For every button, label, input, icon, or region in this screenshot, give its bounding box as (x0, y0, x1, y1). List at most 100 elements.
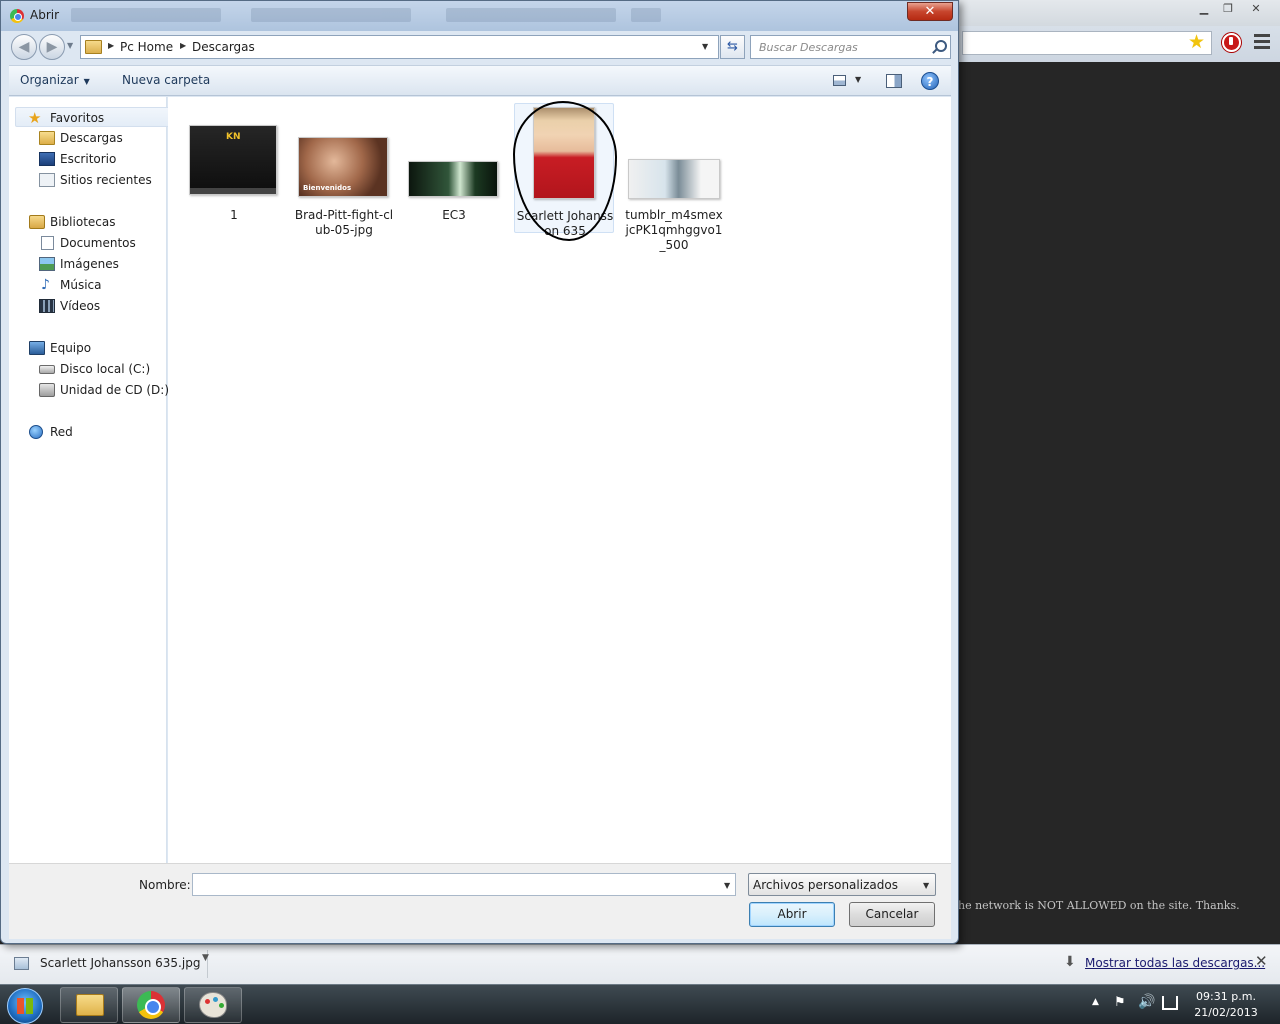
nav-item-musica[interactable]: ♪ Música (15, 275, 170, 295)
nav-item-label: Música (60, 278, 102, 292)
file-thumbnail (628, 159, 720, 199)
chevron-down-icon: ▼ (923, 881, 930, 890)
nav-item-label: Sitios recientes (60, 173, 152, 187)
restore-icon[interactable]: ❐ (1216, 1, 1240, 17)
filename-input[interactable] (195, 876, 707, 893)
file-item[interactable]: 1 (184, 103, 284, 233)
nav-item-label: Disco local (C:) (60, 362, 151, 376)
taskbar-chrome-button[interactable] (122, 987, 180, 1023)
minimize-icon[interactable]: ▁ (1192, 1, 1216, 17)
clock-date[interactable]: 21/02/2013 (1186, 1006, 1266, 1019)
new-folder-button[interactable]: Nueva carpeta (122, 73, 210, 87)
download-bar-close-icon[interactable]: ✕ (1255, 952, 1268, 970)
address-dropdown-icon[interactable]: ▼ (702, 42, 708, 51)
nav-item-imagenes[interactable]: Imágenes (15, 254, 170, 274)
nav-item-descargas[interactable]: Descargas (15, 128, 170, 148)
search-icon[interactable] (931, 39, 947, 55)
nav-item-label: Descargas (60, 131, 123, 145)
download-options-chevron-icon[interactable]: ▼ (202, 953, 209, 963)
nav-item-unidad-cd[interactable]: Unidad de CD (D:) (15, 380, 170, 400)
nav-favorites-label: Favoritos (50, 111, 105, 125)
nav-libraries-label: Bibliotecas (50, 215, 116, 229)
chevron-down-icon[interactable]: ▼ (855, 75, 861, 84)
file-item[interactable]: tumblr_m4smexjcPK1qmhggvo1_500 (624, 103, 724, 252)
breadcrumb-separator-icon[interactable]: ▶ (108, 41, 114, 50)
organize-label: Organizar (20, 73, 79, 87)
browser-close-icon[interactable]: ✕ (1244, 1, 1268, 17)
volume-icon[interactable]: 🔊 (1138, 994, 1155, 1010)
file-item-selected[interactable]: Scarlett Johansson 635 (514, 103, 614, 238)
image-file-icon (14, 957, 29, 970)
search-input[interactable] (753, 38, 923, 56)
nav-item-label: Imágenes (60, 257, 119, 271)
nav-item-documentos[interactable]: Documentos (15, 233, 170, 253)
file-thumbnail (533, 107, 595, 199)
file-item[interactable]: Bienvenidos Brad-Pitt-fight-club-05-jpg (294, 103, 394, 237)
browser-omnibox[interactable] (962, 31, 1212, 55)
nav-red[interactable]: Red (15, 422, 170, 442)
bookmark-star-icon[interactable]: ★ (1188, 32, 1205, 52)
change-view-icon[interactable] (833, 75, 846, 86)
search-box[interactable] (750, 35, 951, 59)
recent-locations-chevron-icon[interactable]: ▼ (67, 41, 73, 50)
file-name: EC3 (442, 208, 466, 222)
star-icon: ★ (28, 109, 42, 127)
nav-computer-label: Equipo (50, 341, 92, 355)
extension-stop-icon[interactable] (1222, 33, 1241, 52)
filetype-select[interactable]: Archivos personalizados ▼ (748, 873, 936, 896)
music-note-icon: ♪ (41, 277, 50, 293)
address-bar[interactable]: ▶ Pc Home ▶ Descargas ▼ (80, 35, 719, 59)
download-file-name: Scarlett Johansson 635.jpg (40, 956, 201, 970)
show-all-downloads-link[interactable]: Mostrar todas las descargas... (1085, 956, 1265, 970)
computer-icon (29, 341, 45, 355)
organize-button[interactable]: Organizar ▼ (20, 73, 90, 87)
preview-pane-icon[interactable] (886, 74, 902, 88)
nav-item-disco-local[interactable]: Disco local (C:) (15, 359, 170, 379)
show-hidden-icons-icon[interactable]: ▲ (1092, 997, 1099, 1007)
nav-equipo[interactable]: Equipo (15, 338, 170, 358)
breadcrumb-descargas[interactable]: Descargas (192, 40, 255, 54)
action-center-flag-icon[interactable]: ⚑ (1114, 995, 1126, 1010)
help-icon[interactable]: ? (921, 72, 939, 90)
open-button[interactable]: Abrir (749, 902, 835, 927)
filename-label: Nombre: (139, 878, 191, 892)
back-button[interactable]: ◀ (11, 34, 37, 60)
filename-combo[interactable]: ▼ (192, 873, 736, 896)
start-button[interactable] (7, 988, 43, 1024)
dialog-bottom-panel: Nombre: ▼ Archivos personalizados ▼ Abri… (9, 863, 951, 939)
folder-icon (85, 40, 102, 54)
refresh-button[interactable]: ⇆ (720, 35, 745, 59)
taskbar-explorer-button[interactable] (60, 987, 118, 1023)
dialog-titlebar[interactable]: Abrir ✕ (1, 1, 958, 31)
download-item[interactable]: Scarlett Johansson 635.jpg ▼ (6, 950, 209, 978)
file-name: Scarlett Johansson 635 (516, 209, 614, 238)
nav-bibliotecas[interactable]: Bibliotecas (15, 212, 170, 232)
cancel-button[interactable]: Cancelar (849, 902, 935, 927)
nav-item-sitios-recientes[interactable]: Sitios recientes (15, 170, 170, 190)
network-icon[interactable] (1162, 996, 1178, 1010)
nav-item-label: Unidad de CD (D:) (60, 383, 170, 397)
dialog-close-button[interactable]: ✕ (907, 2, 953, 21)
nav-favorites[interactable]: ★ Favoritos (15, 107, 170, 127)
pictures-icon (39, 257, 55, 271)
file-thumbnail (189, 125, 277, 195)
downloads-folder-icon (39, 131, 55, 145)
desktop-icon (39, 152, 55, 166)
browser-titlebar: ▁ ❐ ✕ (960, 0, 1280, 26)
nav-item-videos[interactable]: Vídeos (15, 296, 170, 316)
taskbar-paint-button[interactable] (184, 987, 242, 1023)
download-bar: Scarlett Johansson 635.jpg ▼ ⬇ Mostrar t… (0, 944, 1280, 984)
cd-drive-icon (39, 383, 55, 397)
file-item[interactable]: EC3 (404, 103, 504, 233)
nav-item-escritorio[interactable]: Escritorio (15, 149, 170, 169)
breadcrumb-separator-icon[interactable]: ▶ (180, 41, 186, 50)
nav-item-label: Documentos (60, 236, 136, 250)
clock-time[interactable]: 09:31 p.m. (1186, 990, 1266, 1003)
menu-icon[interactable] (1254, 34, 1270, 50)
chevron-down-icon[interactable]: ▼ (724, 881, 730, 890)
recent-places-icon (39, 173, 55, 187)
background-tabs-ghost (71, 6, 671, 24)
breadcrumb-pc-home[interactable]: Pc Home (120, 40, 173, 54)
forward-button[interactable]: ▶ (39, 34, 65, 60)
paint-palette-icon (199, 992, 227, 1018)
